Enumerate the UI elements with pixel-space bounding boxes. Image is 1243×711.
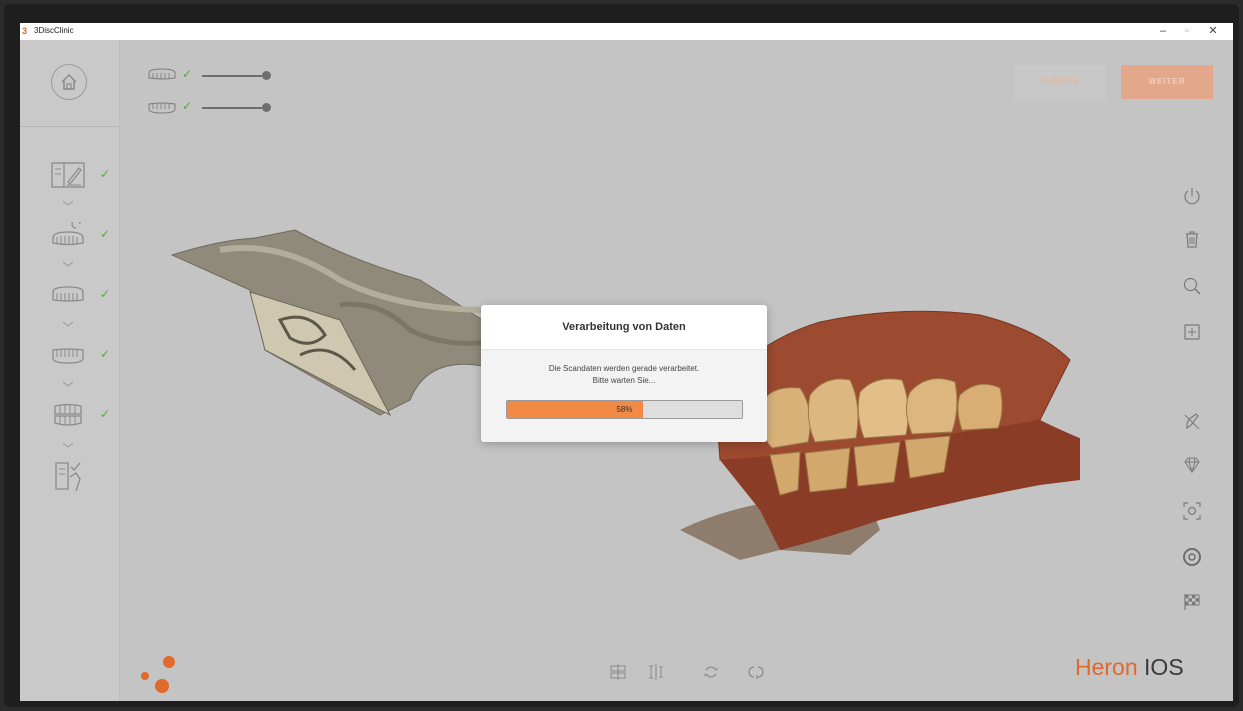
- align-icon: [610, 664, 626, 680]
- step-check-icon: ✓: [100, 167, 111, 181]
- finish-button[interactable]: [1182, 592, 1202, 612]
- home-icon: [61, 73, 77, 90]
- step-check-icon: ✓: [100, 407, 111, 421]
- step-check-icon: ✓: [100, 227, 111, 241]
- lower-jaw-check-icon: ✓: [182, 99, 193, 113]
- step-patient-form[interactable]: [50, 162, 86, 188]
- brand-product: IOS: [1144, 654, 1184, 680]
- upper-jaw-icon: [52, 286, 84, 302]
- upper-jaw-slider-handle[interactable]: [262, 71, 271, 80]
- chevron-down-icon: [62, 381, 74, 387]
- lower-jaw-slider-handle[interactable]: [262, 103, 271, 112]
- step-scan-preparation[interactable]: [50, 219, 86, 248]
- progress-bar: 58%: [506, 400, 743, 419]
- delete-button[interactable]: [1182, 229, 1202, 249]
- rotate-icon: [748, 666, 764, 680]
- measure-button[interactable]: [646, 662, 666, 682]
- dialog-title: Verarbeitung von Daten: [481, 305, 767, 350]
- patient-form-icon: [51, 162, 85, 188]
- snapshot-button[interactable]: [1182, 501, 1202, 521]
- bite-icon: [54, 403, 82, 426]
- grid-view-icon: [1184, 324, 1200, 340]
- sidebar-divider: [20, 126, 119, 127]
- chevron-down-icon: [62, 442, 74, 448]
- dialog-body: Die Scandaten werden gerade verarbeitet.…: [481, 350, 767, 442]
- workflow-sidebar: ✓ ✓ ✓ ✓ ✓: [20, 40, 120, 701]
- dialog-message: Die Scandaten werden gerade verarbeitet.…: [481, 350, 767, 387]
- step-upper-jaw[interactable]: [50, 282, 86, 308]
- chevron-down-icon: [62, 321, 74, 327]
- progress-label: 58%: [616, 405, 633, 414]
- trash-icon: [1186, 231, 1198, 248]
- dialog-message-line2: Bitte warten Sie...: [592, 376, 656, 385]
- step-review[interactable]: [50, 459, 86, 495]
- cut-tool-icon: [1184, 413, 1200, 430]
- dialog-message-line1: Die Scandaten werden gerade verarbeitet.: [548, 364, 700, 373]
- diamond-icon: [1184, 457, 1200, 474]
- finish-flag-icon: [1184, 594, 1200, 610]
- lower-jaw-icon: [52, 348, 84, 364]
- chevron-down-icon: [62, 261, 74, 267]
- gem-button[interactable]: [1182, 455, 1202, 475]
- chevron-down-icon: [62, 200, 74, 206]
- view-button[interactable]: [1182, 322, 1202, 342]
- flip-vertical-icon: [703, 666, 719, 678]
- upper-jaw-check-icon: ✓: [182, 67, 193, 81]
- lower-jaw-slider-row: ✓: [148, 99, 278, 114]
- brand-wordmark: Heron IOS: [1075, 654, 1184, 681]
- review-icon: [55, 462, 81, 492]
- upper-jaw-slider-row: ✓: [148, 67, 278, 82]
- back-button[interactable]: ZURÜCK: [1014, 65, 1106, 99]
- upper-jaw-icon: [148, 68, 176, 80]
- next-button[interactable]: WEITER: [1121, 65, 1213, 99]
- company-logo-icon: [141, 656, 175, 693]
- maximize-button[interactable]: ▫: [1177, 23, 1197, 40]
- measure-icon: [649, 664, 663, 680]
- app-logo-icon: 3: [22, 26, 28, 36]
- flip-vertical-button[interactable]: [701, 662, 721, 682]
- search-icon: [1183, 277, 1201, 295]
- window-title: 3DiscClinic: [34, 26, 74, 35]
- process-button[interactable]: [1182, 547, 1202, 567]
- home-button[interactable]: [51, 64, 87, 100]
- minimize-button[interactable]: –: [1153, 23, 1173, 40]
- close-button[interactable]: ✕: [1203, 23, 1223, 40]
- step-lower-jaw[interactable]: [50, 342, 86, 368]
- processing-dialog: Verarbeitung von Daten Die Scandaten wer…: [481, 305, 767, 442]
- camera-focus-icon: [1183, 502, 1201, 520]
- zoom-button[interactable]: [1182, 276, 1202, 296]
- lower-jaw-icon: [148, 102, 176, 114]
- title-bar: 3 3DiscClinic – ▫ ✕: [20, 23, 1233, 40]
- rotate-button[interactable]: [746, 662, 766, 682]
- step-check-icon: ✓: [100, 287, 111, 301]
- scan-preparation-icon: [52, 219, 84, 246]
- upper-jaw-slider-track[interactable]: [202, 75, 266, 77]
- power-icon: [1184, 188, 1200, 205]
- align-button[interactable]: [608, 662, 628, 682]
- power-button[interactable]: [1182, 186, 1202, 206]
- lower-jaw-slider-track[interactable]: [202, 107, 266, 109]
- step-check-icon: ✓: [100, 347, 111, 361]
- brand-name: Heron: [1075, 654, 1138, 680]
- step-bite[interactable]: [50, 402, 86, 428]
- rotate-settings-icon: [1183, 548, 1201, 566]
- trim-button[interactable]: [1182, 411, 1202, 431]
